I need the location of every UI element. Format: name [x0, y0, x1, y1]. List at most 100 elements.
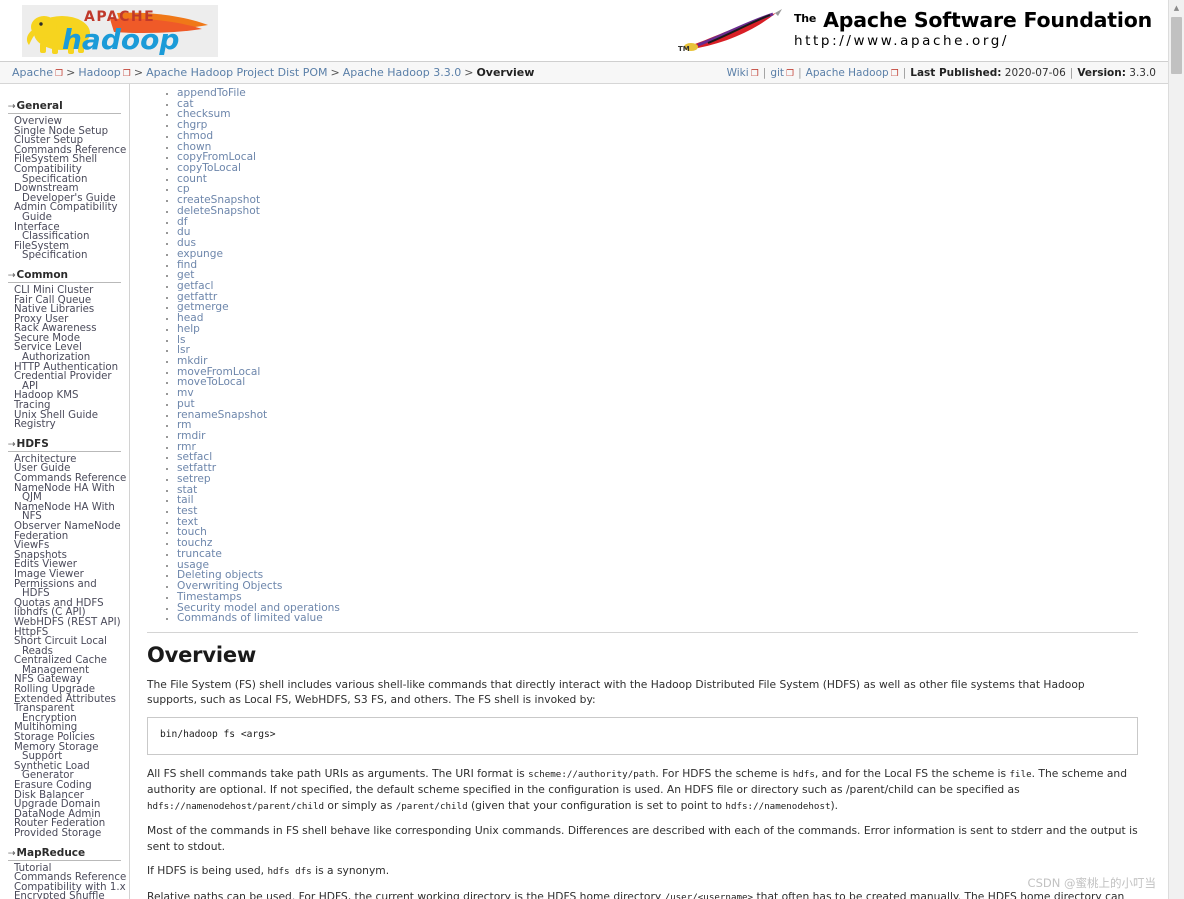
p4-text-a: If HDFS is being used, [147, 864, 268, 878]
list-item: Service Level Authorization [0, 343, 129, 363]
breadcrumb-item-1[interactable]: Hadoop [78, 66, 120, 79]
list-item: moveToLocal [177, 377, 1168, 388]
sidebar-item-short-circuit-local-reads[interactable]: Short Circuit Local Reads [0, 636, 129, 656]
svg-text:TM: TM [678, 45, 690, 53]
p2-code-relpath: /parent/child [395, 800, 468, 812]
sidebar-item-admin-compatibility-guide[interactable]: Admin Compatibility Guide [0, 203, 129, 223]
external-link-icon: ❐ [122, 69, 131, 79]
sidebar-item-transparent-encryption[interactable]: Transparent Encryption [0, 704, 129, 724]
paragraph-intro: The File System (FS) shell includes vari… [147, 677, 1085, 707]
list-item: Provided Storage [0, 829, 129, 839]
sidebar-item-encrypted-shuffle[interactable]: Encrypted Shuffle [0, 892, 129, 899]
asf-the-sup: The [793, 12, 817, 26]
sidebar-item-memory-storage-support[interactable]: Memory Storage Support [0, 742, 129, 762]
list-item: ls [177, 334, 1168, 346]
list-item: rmr [177, 441, 1168, 453]
page-scrollbar[interactable]: ▲ [1168, 0, 1184, 899]
hadoop-logo-graphic: APACHE hadoop [22, 5, 218, 57]
list-item: Permissions and HDFS [0, 579, 129, 599]
breadcrumb-separator: > [133, 66, 144, 79]
hadoop-logo[interactable]: APACHE hadoop [22, 5, 218, 57]
sidebar-section-header[interactable]: ⇢General [8, 100, 121, 114]
paragraph-relative-paths: Relative paths can be used. For HDFS, th… [147, 889, 1138, 899]
list-item: Short Circuit Local Reads [0, 636, 129, 656]
list-item: Overwriting Objects [177, 581, 1168, 592]
sidebar-item-service-level-authorization[interactable]: Service Level Authorization [0, 343, 129, 363]
list-item: appendToFile [177, 88, 1168, 99]
sidebar-item-interface-classification[interactable]: Interface Classification [0, 222, 129, 242]
body-wrapper: ⇢General Overview Single Node Setup Cluster… [0, 84, 1184, 899]
sidebar-item-downstream-developer-s-guide[interactable]: Downstream Developer's Guide [0, 184, 129, 204]
list-item: truncate [177, 549, 1168, 560]
paragraph-synonym: If HDFS is being used, hdfs dfs is a syn… [147, 863, 1138, 880]
sidebar-section-header[interactable]: ⇢Common [8, 269, 121, 283]
publish-separator: | [762, 67, 767, 79]
list-item: expunge [177, 248, 1168, 260]
sidebar-section-hdfs: ⇢HDFS Architecture User Guide Commands Refe… [0, 438, 129, 839]
list-item: Commands of limited value [177, 613, 1168, 624]
toc-link-deletesnapshot[interactable]: deleteSnapshot [177, 205, 260, 217]
scrollbar-thumb[interactable] [1171, 17, 1182, 74]
sidebar-item-namenode-ha-with-nfs[interactable]: NameNode HA With NFS [0, 502, 129, 522]
list-item: rm [177, 420, 1168, 431]
p4-code-hdfsdfs: hdfs dfs [267, 866, 312, 878]
sidebar-item-namenode-ha-with-qjm[interactable]: NameNode HA With QJM [0, 483, 129, 503]
external-link-icon: ❐ [750, 69, 759, 79]
asf-title-text: Apache Software Foundation [823, 8, 1152, 33]
sidebar-section-mapreduce: ⇢MapReduce Tutorial Commands Reference Comp… [0, 847, 129, 899]
list-item: getmerge [177, 302, 1168, 313]
p2-code-file: file [1009, 768, 1032, 780]
breadcrumb-separator: > [66, 66, 76, 79]
publish-link-1[interactable]: git [770, 67, 784, 79]
publish-separator: | [798, 67, 802, 79]
sidebar-item-credential-provider-api[interactable]: Credential Provider API [0, 372, 129, 392]
breadcrumb-separator: > [464, 66, 474, 79]
list-item: cp [177, 184, 1168, 195]
list-item: Compatibility Specification [0, 164, 129, 184]
sidebar-item-list: Tutorial Commands Reference Compatibility … [0, 863, 129, 899]
list-item: Interface Classification [0, 222, 129, 242]
list-item: tail [177, 495, 1168, 506]
publish-link-0[interactable]: Wiki [727, 67, 749, 79]
list-item: NameNode HA With QJM [0, 483, 129, 503]
sidebar-item-filesystem-specification[interactable]: FileSystem Specification [0, 241, 129, 261]
sidebar-section-header[interactable]: ⇢HDFS [8, 438, 121, 452]
list-item: setfacl [177, 452, 1168, 463]
toc-link-commands-of-limited-value[interactable]: Commands of limited value [177, 612, 323, 624]
sidebar-item-permissions-and-hdfs[interactable]: Permissions and HDFS [0, 579, 129, 599]
publish-separator: | [1069, 67, 1074, 79]
breadcrumb-item-2[interactable]: Apache Hadoop Project Dist POM [146, 66, 327, 79]
asf-logo-block[interactable]: TM The Apache Software Foundation http:/… [678, 4, 1152, 56]
breadcrumb-item-3[interactable]: Apache Hadoop 3.3.0 [343, 66, 461, 79]
scroll-up-arrow-icon[interactable]: ▲ [1169, 0, 1184, 16]
list-item: dus [177, 238, 1168, 249]
page-root: APACHE hadoop TM The Apache Software Fou… [0, 0, 1184, 899]
list-item: cat [177, 98, 1168, 110]
p5-code-userhome: /user/<username> [664, 891, 754, 899]
breadcrumb-item-0[interactable]: Apache [12, 66, 53, 79]
p2-code-fullpath: hdfs://namenodehost/parent/child [147, 800, 325, 812]
list-item: count [177, 173, 1168, 185]
chevron-right-icon: ⇢ [8, 848, 16, 859]
sidebar-item-registry[interactable]: Registry [0, 420, 129, 430]
p2-text-c: , and for the Local FS the scheme is [814, 766, 1010, 780]
p2-text-e: or simply as [324, 798, 396, 812]
sidebar-item-compatibility-specification[interactable]: Compatibility Specification [0, 164, 129, 184]
list-item: Admin Compatibility Guide [0, 203, 129, 223]
list-item: Encrypted Shuffle [0, 892, 129, 899]
list-item: NameNode HA With NFS [0, 502, 129, 522]
sidebar-item-synthetic-load-generator[interactable]: Synthetic Load Generator [0, 761, 129, 781]
sidebar-item-centralized-cache-management[interactable]: Centralized Cache Management [0, 656, 129, 676]
list-item: Synthetic Load Generator [0, 761, 129, 781]
list-item: setfattr [177, 463, 1168, 474]
publish-link-2[interactable]: Apache Hadoop [806, 67, 889, 79]
sidebar-section-header[interactable]: ⇢MapReduce [8, 847, 121, 861]
list-item: mv [177, 388, 1168, 399]
asf-url[interactable]: http://www.apache.org/ [794, 33, 1152, 50]
list-item: test [177, 506, 1168, 517]
p4-text-b: is a synonym. [311, 864, 390, 878]
breadcrumb-separator: > [330, 66, 340, 79]
external-link-icon: ❐ [890, 69, 899, 79]
sidebar-item-provided-storage[interactable]: Provided Storage [0, 829, 129, 839]
sidebar-item-list: CLI Mini Cluster Fair Call Queue Native Li… [0, 286, 129, 430]
